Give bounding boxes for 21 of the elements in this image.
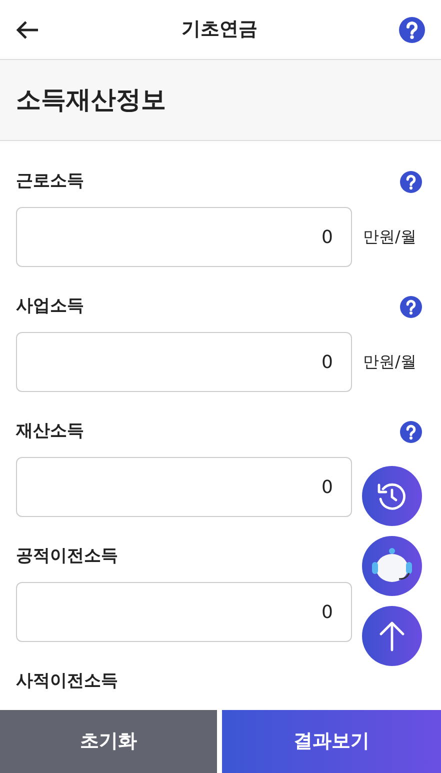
unit-label: 만원/월 (363, 351, 416, 373)
unit-label: 만원/월 (363, 226, 416, 248)
field-label: 재산소득 (16, 420, 84, 444)
help-icon[interactable] (400, 171, 422, 193)
field-label: 공적이전소득 (16, 545, 118, 568)
amount-field[interactable]: 0 (16, 582, 352, 642)
field-label: 근로소득 (16, 170, 84, 194)
section-title: 소득재산정보 (16, 84, 166, 116)
amount-field[interactable]: 0 (16, 457, 352, 517)
help-icon[interactable] (399, 16, 425, 42)
amount-field[interactable]: 0 (16, 207, 352, 267)
help-icon[interactable] (400, 296, 422, 318)
up-arrow-icon (378, 620, 406, 652)
reset-button[interactable]: 초기화 (0, 710, 217, 773)
page-title: 기초연금 (182, 17, 258, 42)
back-button[interactable] (16, 20, 40, 40)
field-label: 사업소득 (16, 295, 84, 318)
amount-field[interactable]: 0 (16, 332, 352, 392)
result-button[interactable]: 결과보기 (222, 710, 441, 773)
field-label: 사적이전소득 (16, 670, 118, 694)
help-icon[interactable] (400, 421, 422, 443)
